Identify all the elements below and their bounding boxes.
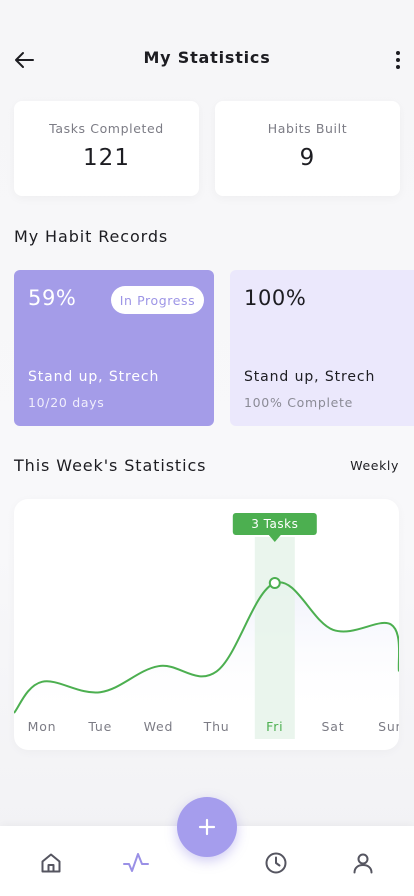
profile-icon xyxy=(353,853,373,874)
stat-value: 121 xyxy=(83,145,130,171)
highlight-band xyxy=(254,537,295,739)
weekly-line-chart: 3 Tasks Mon Tue Wed Thu Fri Sat Sun xyxy=(14,513,399,739)
habit-name: Stand up, Strech xyxy=(244,369,376,385)
habit-percent: 100% xyxy=(244,286,307,310)
nav-history[interactable] xyxy=(261,848,291,878)
x-tick-label: Fri xyxy=(266,719,283,734)
more-options-button[interactable] xyxy=(390,46,406,74)
app-header: My Statistics xyxy=(0,0,414,100)
stat-label: Tasks Completed xyxy=(49,121,164,136)
habit-name: Stand up, Strech xyxy=(28,369,160,385)
nav-statistics[interactable] xyxy=(121,848,151,878)
chart-area-fill xyxy=(14,582,399,719)
clock-icon xyxy=(265,852,287,874)
activity-icon xyxy=(123,853,149,872)
page-title: My Statistics xyxy=(143,48,271,67)
nav-home[interactable] xyxy=(36,848,66,878)
x-tick-label: Sun xyxy=(378,719,399,734)
habit-progress-detail: 10/20 days xyxy=(28,395,105,410)
x-tick-label: Tue xyxy=(87,719,112,734)
x-tick-label: Thu xyxy=(203,719,230,734)
stat-value: 9 xyxy=(299,145,316,171)
habit-records-heading: My Habit Records xyxy=(14,227,169,246)
plus-icon xyxy=(198,818,216,836)
home-icon xyxy=(41,853,61,873)
tasks-completed-card: Tasks Completed 121 xyxy=(14,101,199,196)
habit-percent: 59% xyxy=(28,286,77,310)
status-badge: In Progress xyxy=(111,286,204,314)
weekly-chart-card: 3 Tasks Mon Tue Wed Thu Fri Sat Sun xyxy=(14,499,399,750)
habit-card-complete[interactable]: 100% Stand up, Strech 100% Complete xyxy=(230,270,414,426)
habits-built-card: Habits Built 9 xyxy=(215,101,400,196)
period-selector[interactable]: Weekly xyxy=(350,458,399,473)
tooltip-label: 3 Tasks xyxy=(251,517,298,531)
habit-progress-detail: 100% Complete xyxy=(244,395,354,410)
more-vertical-icon-dot xyxy=(396,65,400,69)
x-tick-label: Sat xyxy=(322,719,345,734)
weekly-statistics-heading: This Week's Statistics xyxy=(14,456,207,475)
x-tick-label: Mon xyxy=(28,719,57,734)
more-vertical-icon-dot xyxy=(396,51,400,55)
add-habit-button[interactable] xyxy=(177,797,237,857)
stat-label: Habits Built xyxy=(267,121,348,136)
nav-profile[interactable] xyxy=(348,848,378,878)
more-vertical-icon-dot xyxy=(396,58,400,62)
highlight-point xyxy=(268,577,281,589)
x-tick-label: Wed xyxy=(144,719,174,734)
habit-card-in-progress[interactable]: 59% In Progress Stand up, Strech 10/20 d… xyxy=(14,270,214,426)
